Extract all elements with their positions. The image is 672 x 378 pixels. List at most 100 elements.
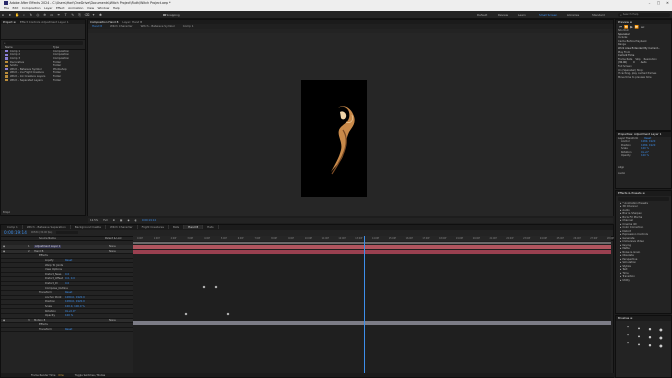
- layer-value[interactable]: Reset: [65, 328, 72, 331]
- layer-value[interactable]: 100 %: [65, 314, 73, 317]
- layer-value[interactable]: 1080.0, 1920.0: [65, 300, 85, 303]
- search-help-field[interactable]: ⌕ Search Help: [618, 12, 670, 17]
- tab-composition[interactable]: Composition Hand 8: [90, 20, 118, 24]
- layer-name[interactable]: Distort_Offset: [45, 277, 63, 280]
- visibility-eye-icon[interactable]: ◉: [3, 245, 5, 248]
- layer-value[interactable]: 0.0: [65, 282, 69, 285]
- layer-value[interactable]: Reset: [65, 259, 72, 262]
- rectangle-tool-icon[interactable]: ▭: [50, 13, 54, 17]
- last-frame-icon[interactable]: ⏭: [641, 25, 644, 29]
- layer-value[interactable]: None: [109, 319, 116, 322]
- layer-value[interactable]: 1080.0, 1920.0: [65, 296, 85, 299]
- tab-layer[interactable]: Layer: Hand B: [122, 20, 142, 24]
- brushes-title[interactable]: Brushes ≡: [618, 316, 632, 320]
- col-parent-link[interactable]: Parent & Link: [105, 237, 122, 240]
- breadcrumb-comp-1[interactable]: Comp 1: [183, 24, 194, 28]
- selection-tool-icon[interactable]: ➤: [8, 13, 12, 17]
- effects-search-input[interactable]: [618, 196, 669, 201]
- effect-category-item[interactable]: ▸ Utility: [616, 279, 671, 283]
- brush-preset-icon[interactable]: ●: [624, 343, 632, 348]
- brush-tool-icon[interactable]: ✎: [71, 13, 75, 17]
- visibility-eye-icon[interactable]: ◉: [3, 319, 5, 322]
- layer-value[interactable]: None: [109, 250, 116, 253]
- first-frame-icon[interactable]: ⏮: [619, 25, 622, 29]
- workspace-learn[interactable]: Learn: [518, 13, 526, 17]
- workspace-review[interactable]: Review: [498, 13, 508, 17]
- resolution-select[interactable]: Auto: [641, 61, 647, 65]
- project-search-input[interactable]: ⌕: [3, 41, 83, 45]
- layer-name[interactable]: Distort_Pc: [45, 282, 58, 285]
- layer-name[interactable]: Motion 8: [34, 319, 45, 322]
- puppet-tool-icon[interactable]: ✱: [99, 13, 103, 17]
- layer-name[interactable]: Anchor Point: [45, 296, 61, 299]
- layer-value[interactable]: 0.0, 0.0: [65, 277, 75, 280]
- layer-name[interactable]: Rotation: [45, 310, 56, 313]
- property-row[interactable]: Transform Reset: [1, 328, 133, 333]
- layer-name[interactable]: Effects: [39, 323, 48, 326]
- roto-tool-icon[interactable]: ✦: [92, 13, 96, 17]
- type-tool-icon[interactable]: T: [64, 13, 68, 17]
- move-time-checkbox[interactable]: Move time to preview time: [618, 76, 671, 80]
- camera-snapshot-icon[interactable]: ◉: [127, 219, 129, 222]
- show-channel-icon[interactable]: ◐: [135, 219, 137, 222]
- toggle-switches-modes[interactable]: Toggle Switches / Modes: [75, 374, 106, 377]
- pen-tool-icon[interactable]: ✒: [57, 13, 61, 17]
- preview-title[interactable]: Preview ≡: [618, 20, 632, 24]
- brush-preset-icon[interactable]: ●: [646, 335, 654, 340]
- play-icon[interactable]: ▶: [630, 25, 633, 29]
- layer-name[interactable]: Opacity: [45, 314, 55, 317]
- keyframe[interactable]: [202, 285, 206, 289]
- align-section[interactable]: Align: [618, 166, 671, 170]
- layer-value[interactable]: 0x+0.0°: [65, 310, 76, 313]
- visibility-eye-icon[interactable]: ◉: [3, 250, 5, 253]
- bit-depth-label[interactable]: 8 bpc: [3, 211, 10, 214]
- keyframe[interactable]: [184, 312, 188, 316]
- current-timecode[interactable]: 0:00:19:14: [4, 230, 27, 235]
- composition-canvas[interactable]: [301, 80, 367, 197]
- layer-name[interactable]: Distort_Ness: [45, 273, 61, 276]
- brush-preset-icon[interactable]: ●: [624, 335, 632, 340]
- home-icon[interactable]: ⌂: [1, 13, 5, 17]
- layer-name[interactable]: Scale: [45, 305, 52, 308]
- keyframe[interactable]: [226, 312, 230, 316]
- brush-preset-icon[interactable]: ●: [657, 335, 665, 340]
- snapping-checkbox[interactable]: [163, 13, 166, 17]
- brush-preset-icon[interactable]: ●: [657, 327, 665, 332]
- workspace-small-screen[interactable]: Small Screen: [539, 13, 557, 17]
- prop-value[interactable]: 100 %: [641, 154, 649, 158]
- viewer-timecode[interactable]: 0:00:19:14: [142, 219, 156, 222]
- list-item[interactable]: Witch - Separated Layers Folder: [1, 78, 85, 82]
- col-name-header[interactable]: Name: [5, 46, 13, 49]
- breadcrumb-hand-8[interactable]: Hand 8: [92, 24, 102, 28]
- keyframe[interactable]: [214, 285, 218, 289]
- zoom-level[interactable]: 12.5%: [90, 219, 98, 222]
- zoom-tool-icon[interactable]: ⌕: [22, 13, 26, 17]
- layer-name[interactable]: Liquify: [45, 259, 54, 262]
- time-ruler[interactable]: 0:00f 1:00f 2:00f 3:00f 4:00f 5:00f 6:00f 7:00f…: [133, 236, 614, 241]
- tab-project[interactable]: Project ≡: [3, 20, 16, 24]
- grid-icon[interactable]: ⊞: [113, 219, 115, 222]
- playhead[interactable]: [364, 236, 365, 373]
- brush-preset-icon[interactable]: ●: [657, 343, 665, 348]
- effects-presets-title[interactable]: Effects & Presets ≡: [618, 191, 645, 195]
- rotate-tool-icon[interactable]: ↻: [29, 13, 33, 17]
- brush-preset-icon[interactable]: ●: [646, 327, 654, 332]
- snapping-toggle[interactable]: Snapping: [163, 13, 180, 17]
- resolution-select[interactable]: Full: [103, 219, 107, 222]
- layer-name[interactable]: View Options: [45, 268, 62, 271]
- layer-value[interactable]: 100.0, 100.0 %: [65, 305, 85, 308]
- audio-section[interactable]: Audio: [618, 172, 671, 176]
- layer-value[interactable]: 0.0: [65, 273, 69, 276]
- clone-tool-icon[interactable]: ⎘: [78, 13, 82, 17]
- brush-preset-icon[interactable]: ●: [646, 343, 654, 348]
- breadcrumb-witch-character[interactable]: Witch Character: [110, 24, 133, 28]
- prev-frame-icon[interactable]: ⏪: [624, 25, 628, 29]
- hand-tool-icon[interactable]: ✋: [15, 13, 19, 17]
- brush-preset-icon[interactable]: ●: [624, 327, 632, 332]
- col-type-header[interactable]: Type: [53, 46, 59, 49]
- timeline-search-input[interactable]: [56, 230, 79, 235]
- layer-name[interactable]: Transform: [39, 291, 52, 294]
- layer-name[interactable]: Adjustment Layer 1: [34, 245, 62, 249]
- layer-name[interactable]: Hand B: [34, 250, 43, 253]
- camera-tool-icon[interactable]: ◎: [36, 13, 40, 17]
